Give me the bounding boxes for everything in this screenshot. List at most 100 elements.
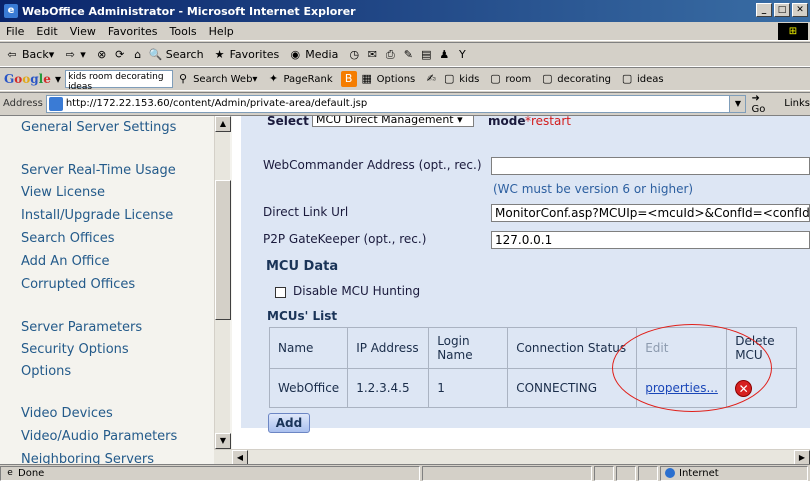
refresh-icon[interactable]: ⟳	[112, 47, 128, 63]
search-term-icon: ▢	[444, 72, 455, 85]
sidebar-item-view-license[interactable]: View License	[21, 185, 105, 200]
sidebar-frame: General Server Settings Server Real-Time…	[0, 116, 232, 464]
status-lock-cell	[594, 465, 614, 481]
disable-mcu-hunting-label: Disable MCU Hunting	[293, 284, 421, 298]
address-bar: Address http://172.22.153.60/content/Adm…	[0, 92, 810, 115]
restart-note: *restart	[525, 116, 572, 128]
cell-ip-address: 1.2.3.4.5	[347, 368, 430, 408]
sidebar-item-server-real-time-usage[interactable]: Server Real-Time Usage	[21, 163, 176, 178]
search-term-decorating[interactable]: ▢ decorating	[539, 71, 611, 87]
cell-login-name: 1	[428, 368, 509, 408]
standard-toolbar: ⇦ Back ▾ ⇨ ▾ ⊗ ⟳ ⌂ 🔍 Search ★ Favorites ◉ Med…	[0, 42, 810, 67]
add-mcu-button[interactable]: Add	[268, 413, 310, 433]
zone-label: Internet	[679, 467, 719, 479]
scroll-up-arrow-icon[interactable]: ▲	[215, 116, 231, 132]
sidebar-item-corrupted-offices[interactable]: Corrupted Offices	[21, 277, 135, 292]
p2p-gatekeeper-input[interactable]: 127.0.0.1	[491, 231, 810, 249]
windows-logo-icon: ⊞	[778, 23, 808, 40]
search-button[interactable]: 🔍 Search	[148, 47, 204, 63]
links-button[interactable]: Links	[784, 98, 810, 109]
sidebar-item-install-upgrade-license[interactable]: Install/Upgrade License	[21, 208, 173, 223]
menu-help[interactable]: Help	[209, 25, 234, 38]
search-term-kids[interactable]: ▢ kids	[441, 71, 479, 87]
google-options-button[interactable]: ▦ Options	[359, 71, 415, 87]
page-icon	[48, 96, 63, 111]
menu-view[interactable]: View	[70, 25, 96, 38]
stop-icon[interactable]: ⊗	[94, 47, 110, 63]
webcommander-input[interactable]	[491, 157, 810, 175]
yahoo-icon[interactable]: Y	[454, 47, 470, 63]
back-arrow-icon: ⇦	[7, 47, 17, 61]
google-search-web-button[interactable]: ⚲ Search Web ▾	[175, 71, 257, 87]
forward-button[interactable]: ⇨ ▾	[62, 47, 86, 63]
window-titlebar: e WebOffice Administrator - Microsoft In…	[0, 0, 810, 22]
discuss-icon[interactable]: ▤	[418, 47, 434, 63]
menu-edit[interactable]: Edit	[36, 25, 57, 38]
main-horizontal-scrollbar[interactable]: ◀ ▶	[232, 449, 810, 464]
sidebar-item-neighboring-servers[interactable]: Neighboring Servers	[21, 452, 154, 464]
scrollbar-corner	[214, 449, 232, 464]
close-button[interactable]: ✕	[792, 3, 808, 17]
history-icon[interactable]: ◷	[346, 47, 362, 63]
disable-mcu-hunting-checkbox[interactable]	[275, 287, 286, 298]
header-ip-address: IP Address	[347, 327, 430, 369]
back-button[interactable]: ⇦ Back ▾	[4, 47, 54, 63]
direct-link-label: Direct Link Url	[263, 205, 349, 219]
pagerank-indicator: PageRank	[283, 73, 333, 85]
mcus-list-title: MCUs' List	[267, 309, 338, 323]
address-input[interactable]: http://172.22.153.60/content/Admin/priva…	[45, 94, 747, 113]
minimize-button[interactable]: _	[756, 3, 772, 17]
favorites-button[interactable]: ★ Favorites	[212, 47, 280, 63]
page-done-icon: e	[7, 468, 13, 478]
messenger-icon[interactable]: ♟	[436, 47, 452, 63]
direct-link-input[interactable]: MonitorConf.asp?MCUIp=<mcuId>&ConfId=<co…	[491, 204, 810, 222]
sidebar-item-security-options[interactable]: Security Options	[21, 342, 129, 357]
edit-page-icon[interactable]: ✎	[400, 47, 416, 63]
annotation-circle	[612, 324, 772, 412]
sidebar-item-options[interactable]: Options	[21, 364, 71, 379]
home-icon[interactable]: ⌂	[130, 47, 146, 63]
google-logo: Google ▾	[4, 72, 62, 86]
menu-file[interactable]: File	[6, 25, 24, 38]
scroll-thumb[interactable]	[215, 180, 231, 320]
sidebar-item-server-parameters[interactable]: Server Parameters	[21, 320, 142, 335]
sidebar-vertical-scrollbar[interactable]: ▲ ▼	[214, 116, 231, 449]
google-extra-icon[interactable]: ✦	[265, 71, 281, 87]
main-frame: Select MCU Direct Management ▾ mode *res…	[232, 116, 810, 464]
sidebar-item-video-audio-parameters[interactable]: Video/Audio Parameters	[21, 429, 177, 444]
search-term-icon: ▢	[542, 72, 553, 85]
media-button[interactable]: ◉ Media	[287, 47, 338, 63]
google-search-input[interactable]: kids room decorating ideas	[65, 70, 174, 92]
wc-version-note: (WC must be version 6 or higher)	[493, 182, 694, 196]
address-url: http://172.22.153.60/content/Admin/priva…	[65, 98, 368, 109]
scroll-left-arrow-icon[interactable]: ◀	[232, 450, 248, 464]
forward-arrow-icon: ⇨	[65, 47, 75, 61]
sidebar-item-video-devices[interactable]: Video Devices	[21, 406, 113, 421]
sidebar-item-search-offices[interactable]: Search Offices	[21, 231, 115, 246]
menu-tools[interactable]: Tools	[170, 25, 197, 38]
blogger-icon[interactable]: B	[340, 71, 357, 87]
highlight-icon[interactable]: ✍	[423, 71, 439, 87]
go-button[interactable]: ➜ Go	[751, 93, 776, 115]
status-progress-cell	[422, 465, 592, 481]
status-cell-3	[638, 465, 658, 481]
media-icon: ◉	[290, 47, 301, 61]
favorites-star-icon: ★	[214, 47, 225, 61]
options-icon: ▦	[361, 72, 372, 85]
search-term-ideas[interactable]: ▢ ideas	[619, 71, 664, 87]
scroll-right-arrow-icon[interactable]: ▶	[794, 450, 810, 464]
header-name: Name	[268, 327, 349, 369]
address-dropdown-icon[interactable]: ▼	[729, 95, 746, 112]
sidebar-item-general-server-settings[interactable]: General Server Settings	[21, 120, 176, 135]
search-term-room[interactable]: ▢ room	[487, 71, 531, 87]
sidebar-item-add-an-office[interactable]: Add An Office	[21, 254, 110, 269]
menu-favorites[interactable]: Favorites	[108, 25, 158, 38]
scroll-down-arrow-icon[interactable]: ▼	[215, 433, 231, 449]
maximize-button[interactable]: □	[774, 3, 790, 17]
status-cell-2	[616, 465, 636, 481]
status-bar: e Done Internet	[0, 464, 810, 481]
print-icon[interactable]: ⎙	[382, 47, 398, 63]
mail-icon[interactable]: ✉	[364, 47, 380, 63]
management-select[interactable]: MCU Direct Management ▾	[312, 116, 474, 127]
window-controls: _ □ ✕	[756, 3, 808, 17]
